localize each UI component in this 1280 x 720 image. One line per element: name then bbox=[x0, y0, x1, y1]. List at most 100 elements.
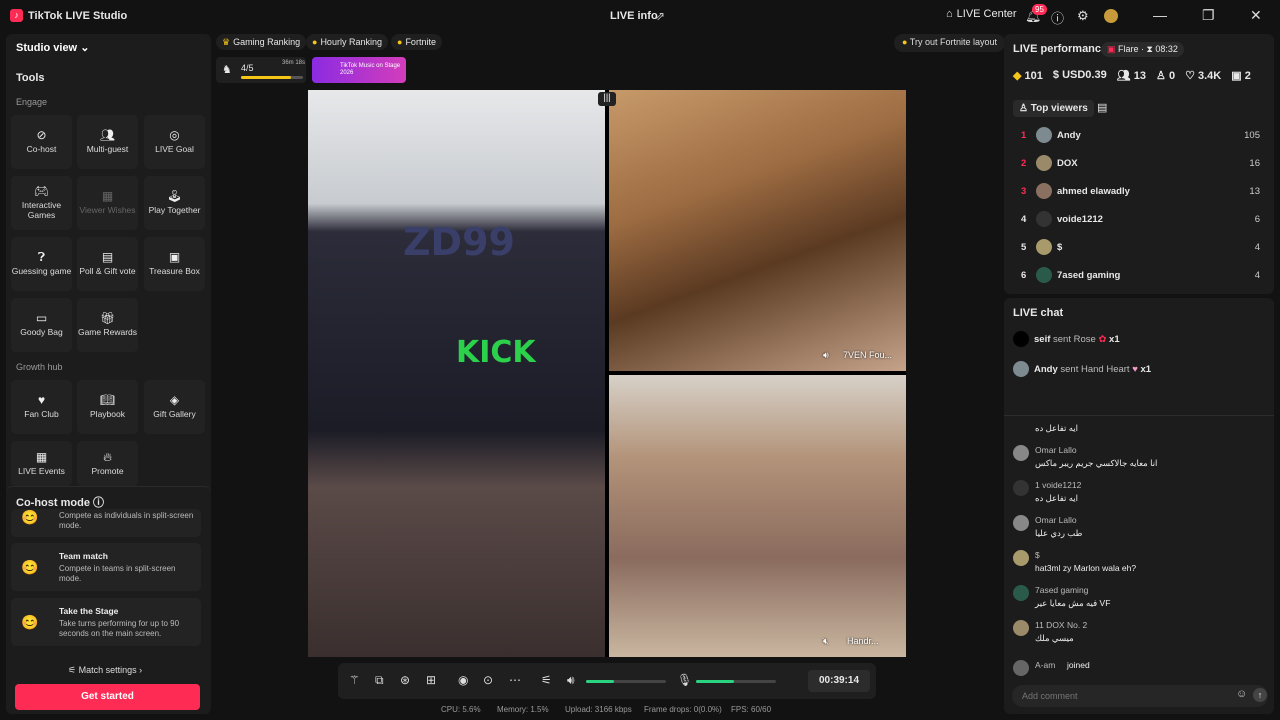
list-icon[interactable]: ▤ bbox=[1097, 101, 1107, 114]
magic-wand-icon[interactable]: ⚚ bbox=[349, 673, 360, 687]
restore-icon[interactable]: ❐ bbox=[1202, 7, 1215, 24]
mic-slider[interactable] bbox=[696, 680, 776, 683]
tool-guessing-game[interactable]: ❓︎ Guessing game bbox=[11, 237, 72, 291]
top-viewer-row[interactable]: 1 Andy 105 bbox=[1004, 126, 1274, 146]
stat-upload: Upload: 3166 kbps bbox=[565, 705, 632, 714]
ranking-progress[interactable]: ♞ 4/5 36m 18s bbox=[216, 57, 306, 83]
live-center-button[interactable]: ⌂ LIVE Center bbox=[946, 8, 1017, 20]
bag-icon: ▭ bbox=[35, 311, 48, 325]
live-timer: 00:39:14 bbox=[808, 670, 870, 692]
guest-name: Handr... bbox=[847, 636, 879, 646]
emoji-icon[interactable]: ☺ bbox=[1236, 688, 1247, 700]
mode-card-individual[interactable]: 😊 Compete as individuals in split-screen… bbox=[11, 509, 201, 537]
ranking-bar bbox=[241, 76, 303, 79]
filter-icon[interactable]: ⊛ bbox=[400, 673, 410, 687]
stat-fps: FPS: 60/60 bbox=[731, 705, 772, 714]
tool-fan-club[interactable]: ♥ Fan Club bbox=[11, 380, 72, 434]
try-layout-chip[interactable]: ● Try out Fortnite layout bbox=[894, 34, 1005, 52]
studio-view-dropdown[interactable]: Studio view ⌄ bbox=[16, 41, 89, 54]
live-performance-title: LIVE performance bbox=[1013, 43, 1108, 55]
tool-poll-gift-vote[interactable]: ▤ Poll & Gift vote bbox=[77, 237, 138, 291]
live-info-title[interactable]: LIVE info bbox=[610, 10, 658, 22]
volume-icon[interactable]: 🔊︎ bbox=[567, 673, 575, 688]
tool-playbook[interactable]: 📖︎ Playbook bbox=[77, 380, 138, 434]
metric-usd: $ USD0.39 bbox=[1052, 69, 1107, 81]
tool-co-host[interactable]: ⊘ Co-host bbox=[11, 115, 72, 169]
calendar-icon: ▦ bbox=[35, 449, 48, 464]
book-icon: 📖︎ bbox=[99, 393, 116, 407]
add-source-icon[interactable]: ⊞ bbox=[426, 673, 436, 687]
record-icon[interactable]: ◉ bbox=[458, 673, 468, 687]
comment-input[interactable] bbox=[1022, 689, 1222, 703]
metric-likes: ♡ 3.4K bbox=[1185, 70, 1222, 82]
mode-card-take-the-stage[interactable]: 😊 Take the Stage Take turns performing f… bbox=[11, 598, 201, 646]
avatar bbox=[1013, 620, 1029, 636]
close-icon[interactable]: ✕ bbox=[1250, 7, 1262, 24]
layout-icon[interactable]: ||| bbox=[598, 92, 616, 106]
tool-play-together[interactable]: 🕹︎ Play Together bbox=[144, 176, 205, 230]
avatar[interactable] bbox=[1104, 9, 1118, 23]
tool-interactive-games[interactable]: 🎮︎ Interactive Games bbox=[11, 176, 72, 230]
volume-slider[interactable] bbox=[586, 680, 666, 683]
top-viewer-row[interactable]: 6 7ased gaming 4 bbox=[1004, 266, 1274, 286]
avatar bbox=[1013, 660, 1029, 676]
poll-icon: ▤ bbox=[101, 250, 114, 264]
more-icon[interactable]: ⋯ bbox=[509, 673, 521, 687]
get-started-button[interactable]: Get started bbox=[15, 684, 200, 710]
tool-game-rewards[interactable]: 🎁︎ Game Rewards bbox=[77, 298, 138, 352]
avatar bbox=[1013, 361, 1029, 377]
top-viewer-row[interactable]: 5 $4 bbox=[1004, 238, 1274, 258]
speaker-icon[interactable]: 🔊︎ bbox=[823, 350, 829, 361]
mode-card-team-match[interactable]: 😊 Team match Compete in teams in split-s… bbox=[11, 543, 201, 591]
box-icon: ▣ bbox=[168, 250, 181, 264]
hourly-ranking-chip[interactable]: ● Hourly Ranking bbox=[306, 34, 388, 50]
tool-viewer-wishes[interactable]: ▦ Viewer Wishes bbox=[77, 176, 138, 230]
help-icon[interactable]: ⓘ bbox=[93, 497, 104, 509]
tool-live-goal[interactable]: ◎ LIVE Goal bbox=[144, 115, 205, 169]
fortnite-chip[interactable]: ● Fortnite bbox=[391, 34, 442, 50]
tool-multi-guest[interactable]: 👥︎ Multi-guest bbox=[77, 115, 138, 169]
goal-icon: ◎ bbox=[169, 128, 180, 142]
flare-icon: ▣ bbox=[1107, 44, 1116, 54]
tool-live-events[interactable]: ▦ LIVE Events bbox=[11, 441, 72, 486]
settings-sliders-icon[interactable]: ⚟ bbox=[541, 673, 552, 687]
tool-promote[interactable]: 🔥︎ Promote bbox=[77, 441, 138, 486]
live-performance-panel: LIVE performance ▣ Flare · ⧗ 08:32 ◆ 101… bbox=[1004, 34, 1274, 294]
banner-kick-text: KICK bbox=[456, 335, 536, 370]
gear-icon[interactable]: ⚙ bbox=[1077, 8, 1089, 24]
tab-top-viewers[interactable]: ♙ Top viewers bbox=[1013, 100, 1094, 117]
heart-icon: ♥ bbox=[37, 393, 46, 407]
metric-shares: ♙ 0 bbox=[1156, 70, 1176, 82]
speaker-icon[interactable]: 🔇︎ bbox=[823, 636, 829, 647]
effects-icon[interactable]: ⧉ bbox=[375, 673, 384, 688]
people-icon: 👥︎ bbox=[99, 128, 116, 142]
top-viewer-row[interactable]: 4 voide1212 6 bbox=[1004, 210, 1274, 230]
top-viewer-row[interactable]: 3 ahmed elawadly 13 bbox=[1004, 182, 1274, 202]
cohost-mode-panel: Co-host mode ⓘ 😊 Compete as individuals … bbox=[6, 486, 211, 714]
match-settings-link[interactable]: ⚟ Match settings › bbox=[68, 665, 142, 676]
sliders-icon: ⚟ bbox=[68, 665, 77, 675]
tool-gift-gallery[interactable]: ◈ Gift Gallery bbox=[144, 380, 205, 434]
gaming-ranking-chip[interactable]: ♛ Gaming Ranking bbox=[216, 34, 307, 50]
minimize-icon[interactable]: — bbox=[1153, 7, 1167, 23]
tool-goody-bag[interactable]: ▭ Goody Bag bbox=[11, 298, 72, 352]
bulb-icon: ● bbox=[902, 37, 908, 47]
live-chat-title: LIVE chat bbox=[1013, 307, 1064, 319]
promo-banner[interactable]: TikTok Music on Stage 2026 bbox=[312, 57, 406, 83]
send-icon[interactable]: ↑ bbox=[1253, 688, 1267, 702]
share-icon[interactable]: ⇗ bbox=[655, 9, 665, 23]
diamond-icon: ◆ bbox=[1013, 70, 1022, 82]
flare-badge[interactable]: ▣ Flare · ⧗ 08:32 bbox=[1101, 42, 1184, 57]
hand-heart-icon: ♥ bbox=[1132, 364, 1138, 375]
microphone-icon[interactable]: 🎙︎ bbox=[677, 673, 692, 687]
avatar bbox=[1013, 515, 1029, 531]
stat-cpu: CPU: 5.6% bbox=[441, 705, 481, 714]
avatar bbox=[1013, 550, 1029, 566]
question-icon: ❓︎ bbox=[37, 250, 46, 264]
top-viewer-row[interactable]: 2 DOX 16 bbox=[1004, 154, 1274, 174]
share-user-icon: ♙ bbox=[1156, 70, 1166, 82]
tool-treasure-box[interactable]: ▣ Treasure Box bbox=[144, 237, 205, 291]
replay-icon[interactable]: ⊙ bbox=[483, 673, 493, 687]
reward-icon: 🎁︎ bbox=[99, 311, 116, 325]
help-icon[interactable]: ⓘ bbox=[1051, 8, 1064, 27]
